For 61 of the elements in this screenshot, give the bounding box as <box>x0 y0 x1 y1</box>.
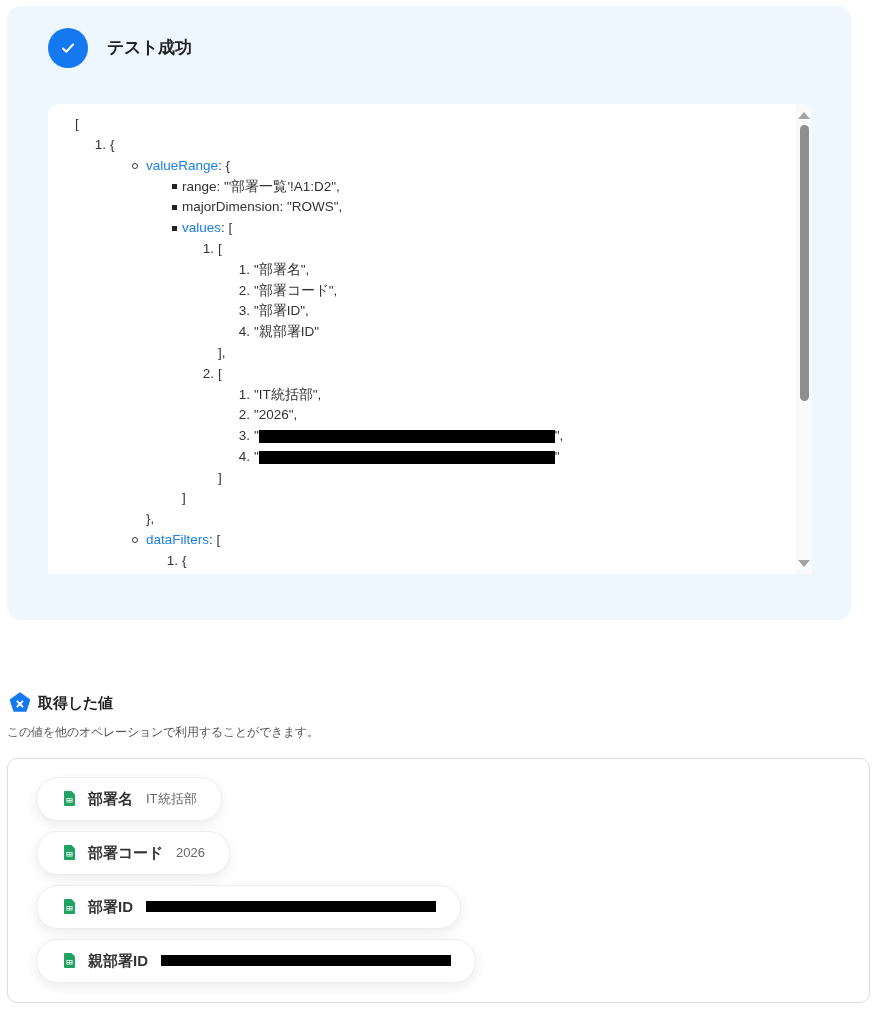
list-number: 3. <box>238 427 250 446</box>
scroll-thumb[interactable] <box>799 125 809 401</box>
json-text: " <box>554 448 560 466</box>
json-text: "部署名", <box>254 260 310 279</box>
json-text: "親部署ID" <box>254 323 320 342</box>
value-chip[interactable]: 部署ID <box>36 884 461 929</box>
value-chip[interactable]: 親部署ID <box>36 938 476 983</box>
value-label: 親部署ID <box>88 950 148 971</box>
json-text: [ <box>218 364 222 383</box>
json-text: range: "'部署一覧'!A1:D2", <box>182 177 340 196</box>
list-number: 2. <box>202 364 214 383</box>
list-number: 1. <box>94 136 106 155</box>
spreadsheet-icon <box>64 899 75 915</box>
variable-icon <box>9 692 31 715</box>
json-text: { <box>182 552 187 570</box>
list-number: 2. <box>238 406 250 425</box>
list-number: 1. <box>238 260 250 279</box>
json-text: : { <box>218 156 231 175</box>
spreadsheet-icon <box>64 845 75 861</box>
json-text: ", <box>554 427 564 446</box>
value-label: 部署名 <box>88 788 133 809</box>
list-number: 4. <box>238 323 250 342</box>
json-text: : [ <box>209 531 221 550</box>
json-text: ] <box>182 489 187 508</box>
json-text: ] <box>218 468 223 487</box>
json-text: "IT統括部", <box>254 385 322 404</box>
status-title: テスト成功 <box>107 37 192 60</box>
list-number: 3. <box>238 302 250 321</box>
json-text: : [ <box>221 219 233 238</box>
json-text: " <box>254 427 259 446</box>
section-description: この値を他のオペレーションで利用することができます。 <box>7 724 320 740</box>
list-number: 1. <box>166 552 178 570</box>
json-text: "2026", <box>254 406 298 425</box>
value-label: 部署ID <box>88 896 133 917</box>
list-number: 2. <box>238 281 250 300</box>
json-text: { <box>110 136 115 155</box>
json-text: majorDimension: "ROWS", <box>182 198 343 217</box>
value-text: 2026 <box>176 844 205 862</box>
json-text: ], <box>218 343 227 362</box>
json-text: [ <box>75 115 80 133</box>
list-number: 1. <box>238 385 250 404</box>
json-text: "部署ID", <box>254 302 309 321</box>
value-label: 部署コード <box>88 842 163 863</box>
scrollbar[interactable] <box>796 104 812 574</box>
square-bullet-icon <box>172 184 177 190</box>
json-text: "部署コード", <box>254 281 338 300</box>
scroll-up-icon[interactable] <box>798 111 810 119</box>
list-number: 4. <box>238 448 250 466</box>
json-text: }, <box>146 510 156 529</box>
square-bullet-icon <box>172 225 177 231</box>
list-number: 1. <box>202 240 214 259</box>
section-title: 取得した値 <box>38 693 113 713</box>
scroll-down-icon[interactable] <box>798 560 810 568</box>
json-text: [ <box>218 240 222 259</box>
value-chip[interactable]: 部署コード 2026 <box>36 830 230 875</box>
value-chip[interactable]: 部署名 IT統括部 <box>36 776 222 821</box>
json-text: " <box>254 448 259 466</box>
spreadsheet-icon <box>64 953 75 969</box>
square-bullet-icon <box>172 205 177 211</box>
value-text: IT統括部 <box>146 790 197 808</box>
spreadsheet-icon <box>64 791 75 807</box>
